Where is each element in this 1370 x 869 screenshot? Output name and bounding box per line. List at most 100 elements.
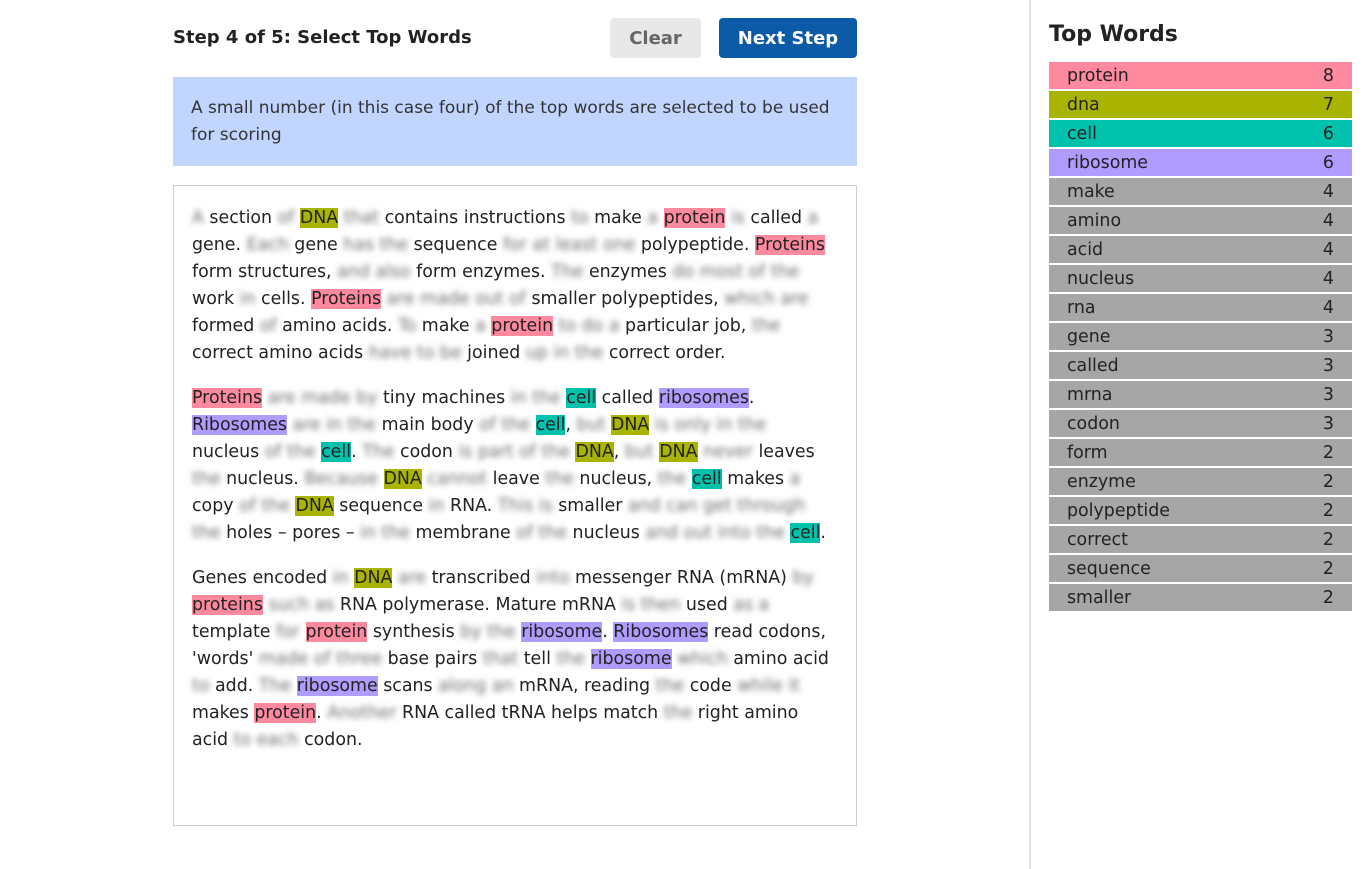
top-word-row[interactable]: nucleus 4	[1049, 265, 1352, 292]
passage-text: nucleus	[567, 523, 646, 543]
clear-button[interactable]: Clear	[610, 18, 701, 58]
top-word-row[interactable]: dna 7	[1049, 91, 1352, 118]
passage-paragraph: A section of DNA that contains instructi…	[192, 205, 838, 367]
top-word-label: gene	[1067, 326, 1111, 347]
stop-word: a	[807, 208, 819, 228]
passage-text: make	[588, 208, 648, 228]
stop-word: do most of the	[672, 262, 800, 282]
passage-text: gene	[288, 235, 344, 255]
top-word-count: 8	[1322, 65, 1334, 86]
highlighted-word-cell: cell	[321, 442, 352, 462]
passage-text: work	[192, 289, 240, 309]
stop-word: of the	[479, 415, 530, 435]
top-word-row[interactable]: make 4	[1049, 178, 1352, 205]
passage-text: codon.	[298, 730, 363, 750]
passage-text	[381, 289, 387, 309]
top-word-row[interactable]: gene 3	[1049, 323, 1352, 350]
top-words-title: Top Words	[1049, 22, 1178, 47]
stop-word: the	[663, 703, 693, 723]
top-word-row[interactable]: smaller 2	[1049, 584, 1352, 611]
passage-text: .	[602, 622, 614, 642]
passage-text: tell	[518, 649, 557, 669]
passage-paragraph: Proteins are made by tiny machines in th…	[192, 385, 838, 547]
passage-text: copy	[192, 496, 240, 516]
stop-word: which are	[724, 289, 809, 309]
stop-word: in	[428, 496, 445, 516]
top-word-count: 2	[1322, 500, 1334, 521]
stop-word: The	[551, 262, 584, 282]
stop-word: is then	[621, 595, 681, 615]
next-step-button[interactable]: Next Step	[719, 18, 857, 58]
top-word-row[interactable]: protein 8	[1049, 62, 1352, 89]
passage-text: mRNA, reading	[513, 676, 656, 696]
top-word-count: 4	[1322, 297, 1334, 318]
passage-text: smaller polypeptides,	[525, 289, 725, 309]
top-word-row[interactable]: called 3	[1049, 352, 1352, 379]
passage-text: makes	[721, 469, 790, 489]
passage-text: nucleus	[192, 442, 265, 462]
passage-text	[649, 415, 655, 435]
passage-text-panel: A section of DNA that contains instructi…	[173, 185, 857, 826]
passage-text	[585, 649, 591, 669]
passage-text: leave	[487, 469, 546, 489]
highlighted-word-ribosome: ribosome	[296, 676, 378, 696]
passage-text: holes – pores –	[220, 523, 361, 543]
stop-word: as a	[733, 595, 770, 615]
stop-word: in the	[360, 523, 410, 543]
top-word-label: nucleus	[1067, 268, 1135, 289]
stop-word: which	[677, 649, 728, 669]
passage-text	[287, 415, 293, 435]
stop-word: by	[792, 568, 814, 588]
highlighted-word-dna: DNA	[575, 442, 614, 462]
top-word-row[interactable]: codon 3	[1049, 410, 1352, 437]
top-word-row[interactable]: correct 2	[1049, 526, 1352, 553]
stop-word: made of three	[258, 649, 383, 669]
top-word-row[interactable]: polypeptide 2	[1049, 497, 1352, 524]
stop-word: the	[192, 469, 221, 489]
top-word-label: amino	[1067, 210, 1122, 231]
stop-word: are made by	[267, 388, 378, 408]
top-word-row[interactable]: acid 4	[1049, 236, 1352, 263]
passage-text	[686, 469, 692, 489]
highlighted-word-protein: Proteins	[192, 388, 263, 408]
passage-text: RNA called tRNA helps match	[396, 703, 664, 723]
stop-word: to do a	[558, 316, 620, 336]
passage-text: formed	[192, 316, 260, 336]
passage-text	[530, 415, 536, 435]
top-word-row[interactable]: mrna 3	[1049, 381, 1352, 408]
highlighted-word-protein: proteins	[192, 595, 263, 615]
stop-word: in	[239, 289, 256, 309]
stop-word: such as	[268, 595, 335, 615]
passage-text	[300, 622, 306, 642]
passage-text: main body	[376, 415, 480, 435]
top-word-count: 4	[1322, 239, 1334, 260]
passage-text: membrane	[409, 523, 517, 543]
top-word-row[interactable]: sequence 2	[1049, 555, 1352, 582]
stop-word: of	[259, 316, 277, 336]
top-word-row[interactable]: cell 6	[1049, 120, 1352, 147]
top-word-row[interactable]: enzyme 2	[1049, 468, 1352, 495]
highlighted-word-protein: protein	[305, 622, 368, 642]
top-word-count: 2	[1322, 558, 1334, 579]
stop-word: cannot	[427, 469, 488, 489]
top-word-label: ribosome	[1067, 152, 1149, 173]
top-word-count: 2	[1322, 587, 1334, 608]
highlighted-word-cell: cell	[566, 388, 597, 408]
stop-word: Another	[327, 703, 397, 723]
passage-text: makes	[192, 703, 255, 723]
stop-word: along an	[438, 676, 514, 696]
highlighted-word-cell: cell	[790, 523, 821, 543]
top-word-row[interactable]: amino 4	[1049, 207, 1352, 234]
passage-text: nucleus.	[220, 469, 305, 489]
passage-text	[262, 388, 268, 408]
top-word-row[interactable]: ribosome 6	[1049, 149, 1352, 176]
top-word-row[interactable]: form 2	[1049, 439, 1352, 466]
stop-word: is part of the	[458, 442, 570, 462]
passage-text: make	[416, 316, 476, 336]
top-word-label: form	[1067, 442, 1108, 463]
top-word-label: codon	[1067, 413, 1120, 434]
passage-text: scans	[377, 676, 439, 696]
stop-word: is only in the	[654, 415, 767, 435]
passage-text: cells.	[255, 289, 312, 309]
top-word-row[interactable]: rna 4	[1049, 294, 1352, 321]
